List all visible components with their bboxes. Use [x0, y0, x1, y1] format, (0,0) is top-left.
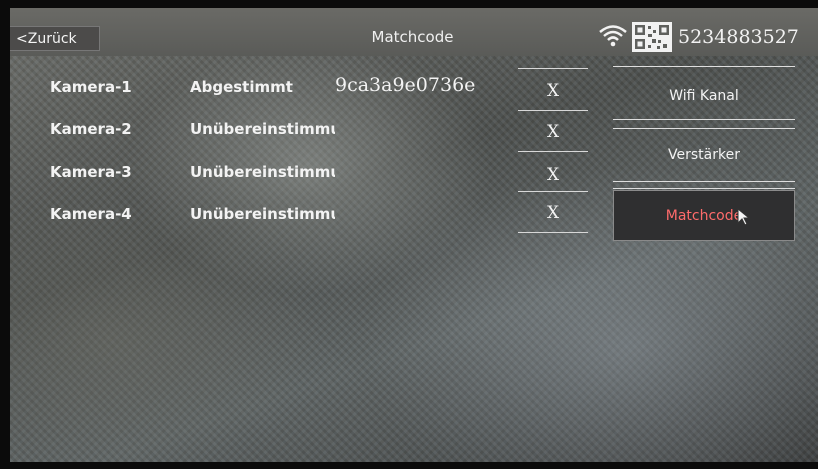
camera-1-unpair-button[interactable]: X	[518, 81, 588, 101]
back-button[interactable]: <Zurück	[10, 26, 100, 51]
matchcode-button[interactable]: Matchcode	[613, 190, 795, 241]
wifi-icon	[598, 24, 628, 52]
camera-3-status: Unübereinstimmung	[190, 163, 335, 181]
camera-2-label: Kamera-2	[50, 120, 132, 138]
camera-1-label: Kamera-1	[50, 78, 132, 96]
divider	[518, 151, 588, 152]
divider	[613, 119, 795, 120]
divider	[518, 110, 588, 111]
divider	[518, 232, 588, 233]
divider	[613, 66, 795, 67]
amplifier-button[interactable]: Verstärker	[613, 130, 795, 182]
divider	[518, 68, 588, 69]
divider	[613, 181, 795, 182]
camera-3-unpair-button[interactable]: X	[518, 165, 588, 185]
pointer-cursor-icon	[737, 207, 751, 230]
divider	[613, 188, 795, 189]
camera-2-status: Unübereinstimmung	[190, 120, 335, 138]
camera-1-status: Abgestimmt	[190, 78, 293, 96]
page-title: Matchcode	[371, 28, 454, 46]
top-bar: <Zurück Matchcode 5234883527	[10, 8, 818, 56]
screen: <Zurück Matchcode 5234883527 Kamera-1 Ab…	[10, 8, 818, 462]
wifi-channel-button[interactable]: Wifi Kanal	[613, 70, 795, 122]
camera-4-unpair-button[interactable]: X	[518, 203, 588, 223]
camera-4-status: Unübereinstimmung	[190, 205, 335, 223]
camera-3-label: Kamera-3	[50, 163, 132, 181]
camera-2-unpair-button[interactable]: X	[518, 122, 588, 142]
divider	[518, 191, 588, 192]
divider	[613, 128, 795, 129]
qr-code-icon[interactable]	[632, 22, 672, 56]
camera-1-matchcode: 9ca3a9e0736e	[335, 74, 476, 96]
camera-4-label: Kamera-4	[50, 205, 132, 223]
device-serial: 5234883527	[678, 26, 799, 48]
